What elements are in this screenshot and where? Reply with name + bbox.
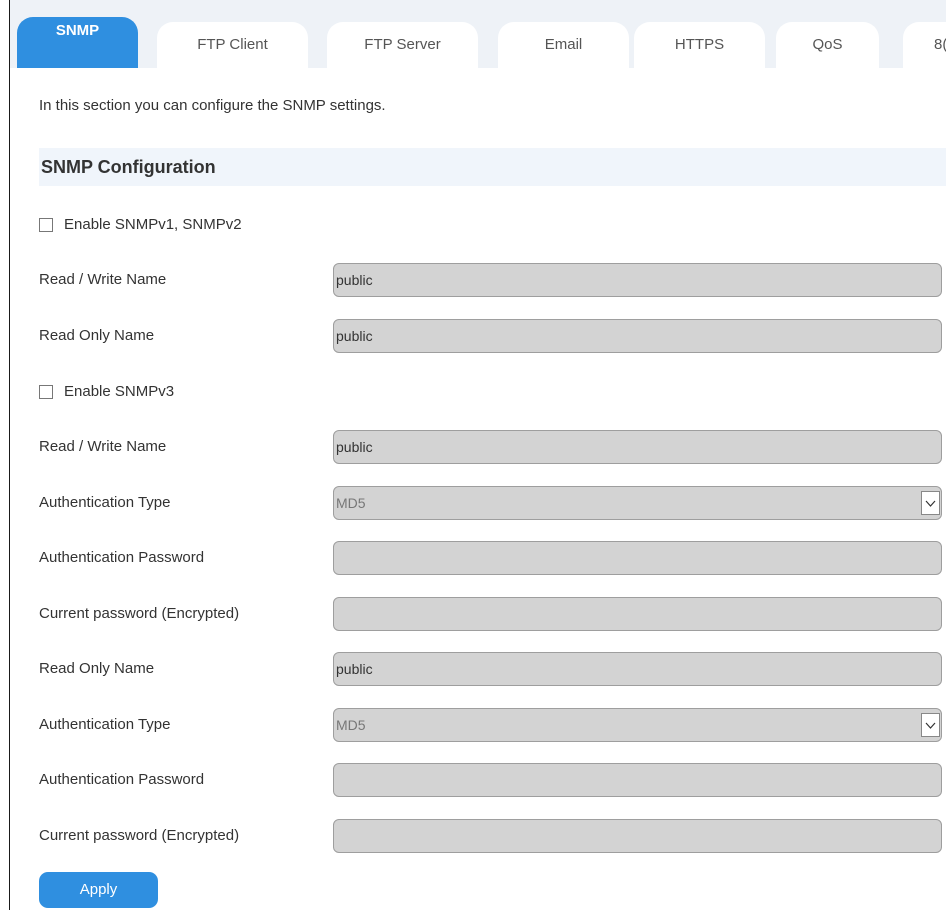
enable-snmpv3-row: Enable SNMPv3 bbox=[39, 383, 174, 400]
enable-snmpv3-checkbox[interactable] bbox=[39, 384, 53, 399]
v3-ro-auth-password-input[interactable] bbox=[333, 763, 942, 797]
v3-rw-auth-password-input[interactable] bbox=[333, 541, 942, 575]
v3-ro-auth-password-label: Authentication Password bbox=[39, 771, 205, 788]
chevron-down-icon[interactable] bbox=[921, 491, 940, 515]
section-title: SNMP Configuration bbox=[39, 148, 946, 186]
v1v2-ro-name-input[interactable]: public bbox=[333, 319, 942, 353]
tab-email[interactable]: Email bbox=[498, 22, 629, 68]
tab-snmp[interactable]: SNMP bbox=[17, 17, 138, 68]
enable-snmpv1v2-row: Enable SNMPv1, SNMPv2 bbox=[39, 216, 242, 233]
v3-rw-auth-password-label: Authentication Password bbox=[39, 549, 205, 566]
enable-snmpv3-label: Enable SNMPv3 bbox=[64, 383, 175, 400]
tab-https[interactable]: HTTPS bbox=[634, 22, 765, 68]
v3-rw-current-password-input[interactable] bbox=[333, 597, 942, 631]
v3-rw-current-password-label: Current password (Encrypted) bbox=[39, 605, 240, 622]
v3-rw-auth-type-value: MD5 bbox=[336, 495, 366, 511]
v3-ro-current-password-input[interactable] bbox=[333, 819, 942, 853]
chevron-down-icon[interactable] bbox=[921, 713, 940, 737]
v3-rw-auth-type-label: Authentication Type bbox=[39, 494, 171, 511]
intro-text: In this section you can configure the SN… bbox=[39, 97, 386, 114]
v1v2-ro-name-label: Read Only Name bbox=[39, 327, 155, 344]
tab-ftp-server[interactable]: FTP Server bbox=[327, 22, 478, 68]
snmp-settings-panel: In this section you can configure the SN… bbox=[10, 68, 946, 910]
v3-rw-auth-type-select[interactable]: MD5 bbox=[333, 486, 942, 520]
v1v2-rw-name-input[interactable]: public bbox=[333, 263, 942, 297]
v3-rw-name-input[interactable]: public bbox=[333, 430, 942, 464]
enable-snmpv1v2-label: Enable SNMPv1, SNMPv2 bbox=[64, 216, 242, 233]
v3-ro-auth-type-select[interactable]: MD5 bbox=[333, 708, 942, 742]
v3-ro-auth-type-value: MD5 bbox=[336, 717, 366, 733]
v1v2-rw-name-label: Read / Write Name bbox=[39, 271, 167, 288]
apply-button[interactable]: Apply bbox=[39, 872, 158, 908]
enable-snmpv1v2-checkbox[interactable] bbox=[39, 217, 53, 232]
v3-ro-current-password-label: Current password (Encrypted) bbox=[39, 827, 240, 844]
v3-rw-name-label: Read / Write Name bbox=[39, 438, 167, 455]
tab-qos[interactable]: QoS bbox=[776, 22, 879, 68]
v3-ro-name-label: Read Only Name bbox=[39, 660, 155, 677]
tab-ftp-client[interactable]: FTP Client bbox=[157, 22, 308, 68]
tab-partial[interactable]: 8( bbox=[903, 22, 946, 68]
v3-ro-auth-type-label: Authentication Type bbox=[39, 716, 171, 733]
v3-ro-name-input[interactable]: public bbox=[333, 652, 942, 686]
tab-bar: SNMP FTP Client FTP Server Email HTTPS Q… bbox=[10, 0, 946, 68]
